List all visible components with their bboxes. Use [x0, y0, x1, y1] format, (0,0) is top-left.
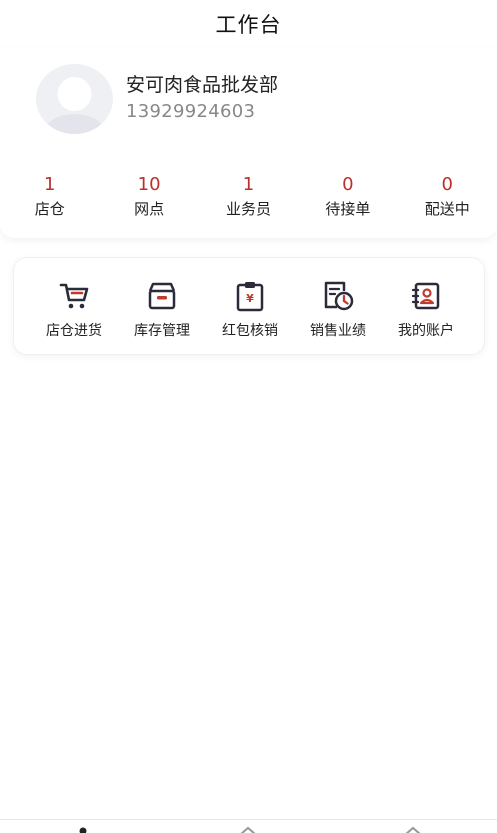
page-title: 工作台 — [215, 13, 282, 37]
tool-sales-performance[interactable]: 销售业绩 — [294, 258, 382, 354]
stat-value: 0 — [342, 174, 354, 195]
tool-store-purchase[interactable]: 店仓进货 — [30, 258, 118, 354]
tool-my-account[interactable]: 我的账户 — [382, 258, 470, 354]
stat-value: 0 — [441, 174, 453, 195]
tool-label: 库存管理 — [134, 323, 190, 339]
svg-text:¥: ¥ — [246, 292, 254, 305]
stat-label: 业务员 — [225, 200, 271, 218]
profile-section[interactable]: 安可肉食品批发部 13929924603 — [0, 48, 497, 134]
avatar-placeholder-icon[interactable] — [36, 64, 113, 134]
stat-pending-orders[interactable]: 0 待接单 — [298, 173, 397, 221]
tool-label: 店仓进货 — [46, 323, 102, 339]
bottom-tab-bar — [0, 819, 497, 833]
tool-inventory[interactable]: 库存管理 — [118, 258, 206, 354]
tab-middle-icon[interactable] — [238, 826, 258, 833]
tool-label: 红包核销 — [222, 323, 278, 339]
stat-label: 待接单 — [325, 200, 371, 218]
phone-number: 13929924603 — [126, 101, 256, 122]
sales-report-clock-icon — [324, 281, 354, 311]
inventory-box-icon — [148, 282, 176, 310]
tool-label: 我的账户 — [398, 323, 454, 339]
account-card-icon — [411, 282, 440, 310]
stat-store-warehouse[interactable]: 1 店仓 — [0, 173, 99, 221]
tools-card: 店仓进货 库存管理 ¥ 红包核销 销售业绩 我的账户 — [13, 257, 485, 355]
red-packet-clipboard-icon: ¥ — [236, 282, 264, 312]
stat-label: 配送中 — [424, 200, 470, 218]
cart-icon — [59, 283, 89, 309]
header: 工作台 — [0, 0, 497, 48]
stat-value: 10 — [137, 174, 161, 195]
profile-card: 安可肉食品批发部 13929924603 1 店仓 10 网点 1 业务员 0 … — [0, 48, 497, 238]
stat-label: 网点 — [134, 200, 165, 218]
stats-row: 1 店仓 10 网点 1 业务员 0 待接单 0 配送中 — [0, 173, 497, 221]
shop-name: 安可肉食品批发部 — [126, 74, 279, 96]
stat-salesmen[interactable]: 1 业务员 — [199, 173, 298, 221]
stat-delivering[interactable]: 0 配送中 — [398, 173, 497, 221]
tool-label: 销售业绩 — [310, 323, 366, 339]
tab-home-icon[interactable] — [73, 826, 93, 833]
stat-label: 店仓 — [34, 200, 65, 218]
stat-value: 1 — [43, 174, 56, 195]
stat-outlets[interactable]: 10 网点 — [99, 173, 198, 221]
stat-value: 1 — [242, 174, 255, 195]
tab-right-icon[interactable] — [403, 826, 423, 833]
tool-red-packet[interactable]: ¥ 红包核销 — [206, 258, 294, 354]
